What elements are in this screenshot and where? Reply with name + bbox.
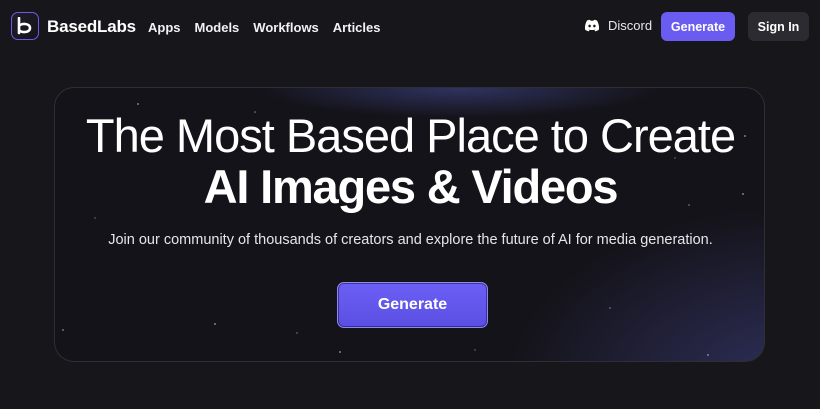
basedlabs-logo-icon[interactable] (11, 12, 39, 40)
discord-link[interactable]: Discord (584, 18, 652, 33)
nav-item-workflows[interactable]: Workflows (253, 20, 319, 35)
discord-label: Discord (608, 18, 653, 33)
b-glyph-icon (17, 17, 32, 35)
sign-in-button[interactable]: Sign In (748, 12, 809, 41)
hero-title-line-1: The Most Based Place to Create (85, 109, 736, 162)
discord-icon (584, 19, 600, 32)
hero-card: The Most Based Place to Create AI Images… (54, 87, 765, 362)
top-navigation-bar: BasedLabs Apps Models Workflows Articles… (0, 0, 820, 54)
brand-name[interactable]: BasedLabs (47, 17, 136, 37)
nav-item-models[interactable]: Models (195, 20, 240, 35)
main-nav: Apps Models Workflows Articles (148, 20, 395, 35)
nav-item-apps[interactable]: Apps (148, 20, 181, 35)
nav-item-articles[interactable]: Articles (333, 20, 381, 35)
hero-generate-button[interactable]: Generate (337, 282, 488, 328)
hero-title-line-2: AI Images & Videos (203, 160, 619, 213)
header-generate-button[interactable]: Generate (661, 12, 735, 41)
hero-subtitle: Join our community of thousands of creat… (108, 232, 713, 248)
